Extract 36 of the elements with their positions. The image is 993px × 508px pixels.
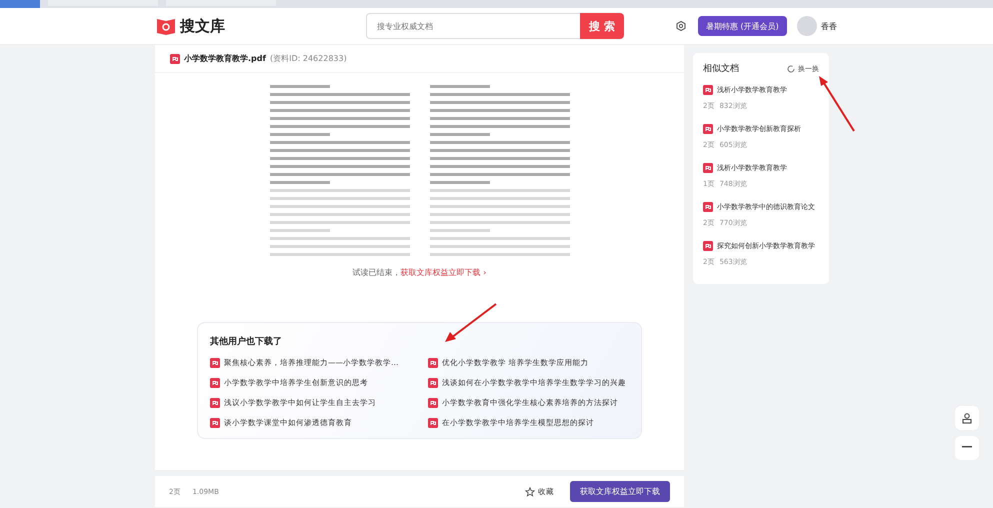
star-icon: [525, 486, 535, 496]
annotation-arrow: [443, 302, 498, 344]
preview-end-text: 试读已结束，获取文库权益立即下载 ›: [352, 267, 488, 278]
search-button[interactable]: 搜 索: [580, 13, 624, 39]
pdf-icon: [703, 124, 713, 134]
file-name: 小学数学教育教学.pdf: [184, 53, 266, 64]
download-button[interactable]: 获取文库权益立即下载: [570, 481, 670, 502]
menu-button[interactable]: [955, 436, 979, 460]
pdf-icon: [210, 358, 220, 368]
menu-icon: [962, 446, 972, 450]
pdf-icon: [170, 54, 180, 64]
section-title: 其他用户也下载了: [210, 335, 283, 348]
user-icon: [962, 412, 972, 424]
pdf-icon: [210, 378, 220, 388]
search-field[interactable]: 搜专业权威文档: [366, 13, 580, 39]
doc-id: (资料ID: 24622833): [270, 53, 347, 64]
avatar[interactable]: [796, 16, 817, 36]
user-button[interactable]: [955, 406, 979, 430]
pdf-icon: [210, 398, 220, 408]
logo-icon: [156, 17, 176, 35]
pdf-icon: [428, 358, 438, 368]
promo-button[interactable]: 暑期特惠 (开通会员): [698, 16, 787, 36]
pdf-icon: [703, 85, 713, 95]
pdf-icon: [703, 241, 713, 251]
panel-title: 相似文档: [703, 62, 739, 75]
pdf-icon: [428, 378, 438, 388]
refresh-icon: [787, 64, 795, 72]
pdf-icon: [210, 418, 220, 428]
download-link[interactable]: 获取文库权益立即下载 ›: [400, 268, 486, 277]
pdf-icon: [703, 202, 713, 212]
logo-text: 搜文库: [180, 16, 225, 36]
pdf-icon: [428, 398, 438, 408]
pdf-icon: [703, 163, 713, 173]
user-name: 香香: [820, 20, 837, 32]
pdf-icon: [428, 418, 438, 428]
settings-icon[interactable]: [676, 21, 686, 31]
